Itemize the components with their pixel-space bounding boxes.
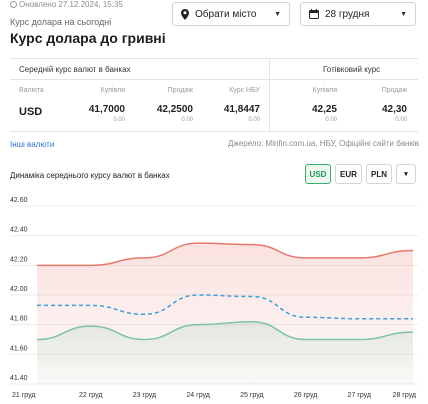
city-select-label: Обрати місто	[195, 8, 257, 20]
x-tick-label: 23 груд	[133, 392, 156, 399]
cash-sell-rate: 42,30	[381, 104, 407, 115]
table-divider	[10, 79, 418, 80]
x-tick-label: 21 груд	[12, 392, 35, 399]
y-tick-label: 41.60	[10, 345, 28, 352]
col-sell: Продаж	[167, 87, 193, 94]
page-subtitle: Курс долара на сьогодні	[10, 17, 112, 27]
col-cash-buy: Купівля	[312, 87, 337, 94]
y-tick-label: 41.80	[10, 316, 28, 323]
more-currencies-button[interactable]: ▾	[396, 164, 416, 184]
x-tick-label: 27 груд	[348, 392, 371, 399]
x-tick-label: 26 груд	[294, 392, 317, 399]
y-tick-label: 42.20	[10, 256, 28, 263]
y-tick-label: 41.40	[10, 375, 28, 382]
bank-buy-change: 0.00	[113, 117, 125, 123]
col-buy: Купівля	[100, 87, 125, 94]
bank-sell-rate: 42,2500	[156, 104, 193, 115]
clock-icon	[10, 1, 17, 8]
col-nbu: Курс НБУ	[229, 87, 260, 94]
calendar-icon	[309, 9, 319, 19]
source-note: Джерело: Minfin.com.ua, НБУ, Офіційні са…	[228, 139, 419, 148]
currency-eur-button[interactable]: EUR	[335, 164, 362, 184]
y-tick-label: 42.40	[10, 227, 28, 234]
bank-rates-heading: Середній курс валют в банках	[19, 65, 131, 74]
x-tick-label: 28 груд	[393, 392, 416, 399]
nbu-change: 0.00	[248, 117, 260, 123]
chevron-down-icon: ▼	[400, 10, 407, 18]
city-select[interactable]: Обрати місто ▼	[172, 2, 290, 26]
chevron-down-icon: ▼	[274, 10, 281, 18]
cash-buy-rate: 42,25	[311, 104, 337, 115]
rates-table: Середній курс валют в банках Готівковий …	[10, 58, 418, 132]
cash-rates-heading: Готівковий курс	[323, 65, 381, 74]
updated-timestamp: Оновлено 27.12.2024, 15:35	[10, 0, 123, 9]
currency-pln-button[interactable]: PLN	[366, 164, 392, 184]
date-select[interactable]: 28 грудня ▼	[300, 2, 416, 26]
cash-sell-change: 0.00	[395, 117, 407, 123]
location-pin-icon	[181, 8, 189, 20]
x-tick-label: 22 груд	[79, 392, 102, 399]
chart-title: Динаміка середнього курсу валют в банках	[10, 171, 170, 180]
bank-buy-rate: 41,7000	[88, 104, 125, 115]
page-title: Курс долара до гривні	[10, 30, 166, 46]
x-tick-label: 24 груд	[186, 392, 209, 399]
col-cash-sell: Продаж	[381, 87, 407, 94]
currency-code: USD	[19, 106, 43, 118]
other-currencies-link[interactable]: Інші валюти	[10, 140, 54, 149]
date-select-label: 28 грудня	[325, 8, 370, 20]
y-tick-label: 42.00	[10, 286, 28, 293]
currency-usd-button[interactable]: USD	[305, 164, 331, 184]
y-tick-label: 42.60	[10, 197, 28, 204]
bank-sell-change: 0.00	[181, 117, 193, 123]
nbu-rate: 41,8447	[223, 104, 260, 115]
col-currency: Валюта	[19, 87, 44, 94]
cash-buy-change: 0.00	[325, 117, 337, 123]
x-tick-label: 25 груд	[240, 392, 263, 399]
rate-chart: 42.60 42.40 42.20 42.00 41.80 41.60 41.40 21 гр…	[10, 197, 418, 399]
